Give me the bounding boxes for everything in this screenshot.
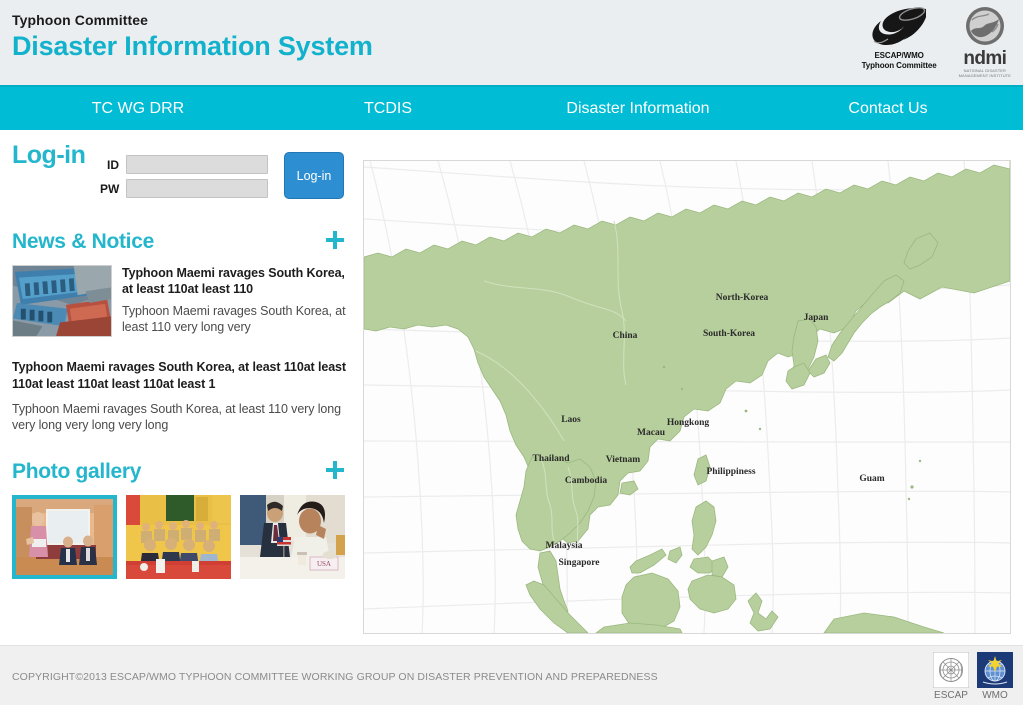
asia-pacific-map[interactable]: China North-Korea South-Korea Japan Hong… bbox=[363, 160, 1011, 634]
gallery-thumb-banquet[interactable] bbox=[126, 495, 231, 579]
map-label-cambodia: Cambodia bbox=[565, 476, 607, 486]
news-section-header: News & Notice bbox=[12, 229, 346, 263]
header-logos: ESCAP/WMO Typhoon Committee ndmi NATIONA… bbox=[862, 5, 1011, 78]
news-item-primary[interactable]: Typhoon Maemi ravages South Korea, at le… bbox=[12, 265, 346, 337]
nav-item-tcdis[interactable]: TCDIS bbox=[312, 99, 464, 118]
gallery-thumb-conference[interactable]: USA bbox=[240, 495, 345, 579]
svg-text:USA: USA bbox=[317, 560, 331, 568]
map-label-macau: Macau bbox=[637, 428, 666, 438]
site-footer: COPYRIGHT©2013 ESCAP/WMO TYPHOON COMMITT… bbox=[0, 645, 1023, 705]
presentation-photo bbox=[16, 499, 113, 575]
news-secondary-body: Typhoon Maemi ravages South Korea, at le… bbox=[12, 402, 341, 432]
ndmi-tagline: NATIONAL DISASTER MANAGEMENT INSTITUTE bbox=[958, 68, 1011, 78]
main-content: Log-in ID PW Log-in News & Notice Typhoo… bbox=[0, 130, 1023, 645]
gallery-more-plus-icon[interactable] bbox=[326, 461, 344, 479]
login-pw-label: PW bbox=[100, 181, 120, 196]
news-more-plus-icon[interactable] bbox=[326, 231, 344, 249]
gallery-section-header: Photo gallery bbox=[12, 459, 346, 493]
news-primary-text: Typhoon Maemi ravages South Korea, at le… bbox=[122, 265, 346, 337]
news-section-title: News & Notice bbox=[12, 230, 154, 253]
typhoon-damage-photo bbox=[13, 266, 111, 336]
login-fields: ID PW bbox=[100, 154, 275, 199]
ndmi-logo: ndmi NATIONAL DISASTER MANAGEMENT INSTIT… bbox=[959, 5, 1011, 78]
map-label-philippiness: Philippiness bbox=[706, 467, 755, 477]
nav-item-contact-us[interactable]: Contact Us bbox=[800, 99, 976, 118]
wmo-footer-caption: WMO bbox=[982, 690, 1008, 701]
escap-footer-logo: ESCAP bbox=[933, 652, 969, 702]
nav-item-tc-wg-drr[interactable]: TC WG DRR bbox=[62, 99, 214, 118]
page-root: Typhoon Committee Disaster Information S… bbox=[0, 0, 1023, 705]
news-primary-title[interactable]: Typhoon Maemi ravages South Korea, at le… bbox=[122, 265, 346, 297]
map-label-hongkong: Hongkong bbox=[667, 418, 709, 428]
gallery-section-title: Photo gallery bbox=[12, 460, 142, 483]
photo-gallery: USA bbox=[12, 495, 346, 579]
site-header: Typhoon Committee Disaster Information S… bbox=[0, 0, 1023, 85]
escap-footer-caption: ESCAP bbox=[934, 690, 968, 701]
banquet-meeting-photo bbox=[126, 495, 231, 579]
news-thumbnail[interactable] bbox=[12, 265, 112, 337]
wmo-emblem-icon bbox=[977, 652, 1013, 688]
map-label-guam: Guam bbox=[859, 474, 884, 484]
escap-un-emblem-icon bbox=[933, 652, 969, 688]
news-item-secondary[interactable]: Typhoon Maemi ravages South Korea, at le… bbox=[12, 359, 346, 433]
login-id-input[interactable] bbox=[126, 155, 268, 174]
wmo-footer-logo: WMO bbox=[977, 652, 1013, 702]
escap-wmo-typhoon-committee-logo: ESCAP/WMO Typhoon Committee bbox=[862, 5, 937, 70]
login-pw-input[interactable] bbox=[126, 179, 268, 198]
footer-logos: ESCAP WMO bbox=[933, 652, 1013, 702]
map-label-malaysia: Malaysia bbox=[546, 541, 583, 551]
login-panel-title: Log-in bbox=[12, 141, 86, 169]
login-panel: Log-in ID PW Log-in bbox=[12, 130, 346, 215]
login-id-row: ID bbox=[100, 154, 275, 175]
left-sidebar: Log-in ID PW Log-in News & Notice Typhoo… bbox=[12, 130, 346, 645]
map-label-south-korea: South-Korea bbox=[703, 329, 755, 339]
brand: Typhoon Committee Disaster Information S… bbox=[12, 12, 373, 62]
map-label-laos: Laos bbox=[561, 415, 581, 425]
ndmi-wordmark: ndmi bbox=[963, 48, 1007, 69]
gallery-thumb-presentation[interactable] bbox=[12, 495, 117, 579]
ndmi-globe-icon bbox=[965, 7, 1004, 45]
map-label-japan: Japan bbox=[804, 313, 830, 323]
login-pw-row: PW bbox=[100, 178, 275, 199]
map-label-thailand: Thailand bbox=[533, 454, 571, 464]
conference-usa-delegate-photo: USA bbox=[240, 495, 345, 579]
news-primary-body: Typhoon Maemi ravages South Korea, at le… bbox=[122, 304, 346, 334]
main-navigation: TC WG DRR TCDIS Disaster Information Con… bbox=[0, 85, 1023, 130]
copyright-text: COPYRIGHT©2013 ESCAP/WMO TYPHOON COMMITT… bbox=[12, 671, 658, 683]
login-id-label: ID bbox=[107, 157, 119, 172]
map-label-singapore: Singapore bbox=[558, 558, 599, 568]
map-label-vietnam: Vietnam bbox=[606, 455, 641, 465]
escap-logo-caption: ESCAP/WMO Typhoon Committee bbox=[861, 51, 937, 70]
brand-subtitle: Typhoon Committee bbox=[12, 12, 148, 28]
news-secondary-title[interactable]: Typhoon Maemi ravages South Korea, at le… bbox=[12, 359, 346, 393]
nav-item-disaster-information[interactable]: Disaster Information bbox=[527, 99, 749, 118]
page-title: Disaster Information System bbox=[12, 31, 373, 61]
typhoon-swoosh-icon bbox=[872, 7, 927, 46]
map-label-china: China bbox=[613, 331, 638, 341]
login-button[interactable]: Log-in bbox=[284, 152, 344, 199]
map-label-north-korea: North-Korea bbox=[716, 293, 769, 303]
map-svg: China North-Korea South-Korea Japan Hong… bbox=[364, 161, 1010, 633]
